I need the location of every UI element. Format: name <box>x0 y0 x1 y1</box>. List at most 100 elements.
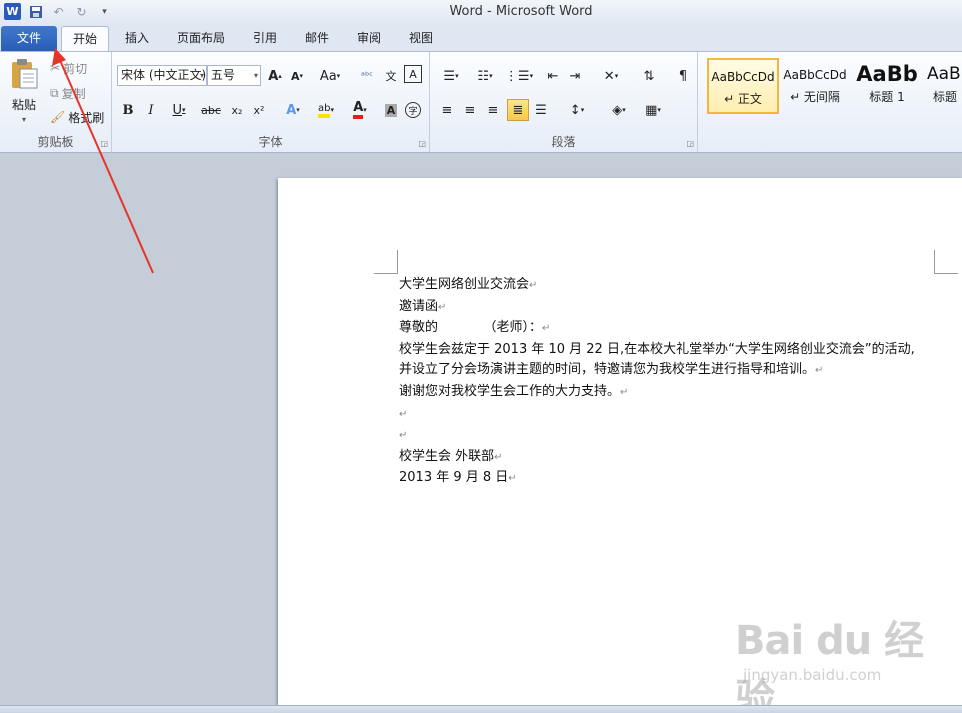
baidu-jingyan-watermark: Bai du 经验 jingyan.baidu.com <box>735 608 925 713</box>
paragraph-group: ☰ ▾ ☷ ▾ ⋮☰ ▾ ⇤ ⇥ ✕ ▾ ⇅ ¶ ≡ ≡ ≡ ≣ ☰ ↕ ▾ ◈ ▾ ▦ ▾ … <box>430 52 698 152</box>
increase-indent-icon[interactable]: ⇥ <box>564 65 586 87</box>
align-left-icon[interactable]: ≡ <box>436 99 458 121</box>
copy-label: 复制 <box>61 86 86 101</box>
style-title[interactable]: AaBb 标题 <box>923 58 962 114</box>
tab-view[interactable]: 视图 <box>400 26 442 51</box>
tab-mailings[interactable]: 邮件 <box>296 26 338 51</box>
asian-layout-icon[interactable]: ✕ ▾ <box>596 65 626 87</box>
change-case-icon[interactable]: Aa ▾ <box>316 65 344 87</box>
align-right-icon[interactable]: ≡ <box>482 99 504 121</box>
numbering-icon[interactable]: ☷ ▾ <box>470 65 500 87</box>
font-color-icon[interactable]: A ▾ <box>344 99 376 121</box>
doc-line: 并设立了分会场演讲主题的时间，特邀请您为我校学生进行指导和培训。↵ <box>399 362 824 378</box>
title-bar: W ↶ ↻ ▾ Word - Microsoft Word <box>0 0 962 25</box>
style-no-spacing[interactable]: AaBbCcDd ↵ 无间隔 <box>779 58 851 114</box>
text-effects-icon[interactable]: A ▾ <box>278 99 308 121</box>
paragraph-group-label: 段落 <box>551 135 576 149</box>
tab-page-layout[interactable]: 页面布局 <box>168 26 234 51</box>
styles-gallery: AaBbCcDd ↵ 正文 AaBbCcDd ↵ 无间隔 AaBb 标题 1 A… <box>705 58 962 122</box>
copy-icon: ⧉ <box>50 85 59 100</box>
character-border-icon[interactable]: A <box>404 65 422 83</box>
tab-home[interactable]: 开始 <box>61 26 109 51</box>
style-normal[interactable]: AaBbCcDd ↵ 正文 <box>707 58 779 114</box>
tab-file[interactable]: 文件 <box>1 26 57 51</box>
subscript-icon[interactable]: x₂ <box>226 99 248 121</box>
style-sample: AaBb <box>856 62 918 86</box>
doc-line: 邀请函↵ <box>399 298 447 314</box>
font-group: 宋体 (中文正文) ▾ 五号 ▾ A ▴ A ▾ Aa ▾ ᵃᵇᶜ 文 A B I U… <box>112 52 430 152</box>
strikethrough-icon[interactable]: abc <box>198 99 224 121</box>
paintbrush-icon: 🖌 <box>50 110 66 124</box>
paste-icon <box>12 59 38 89</box>
bullets-icon[interactable]: ☰ ▾ <box>436 65 466 87</box>
style-sample: AaBbCcDd <box>711 70 775 84</box>
cut-label: 剪切 <box>63 61 88 76</box>
font-group-label: 字体 <box>258 135 283 149</box>
doc-line: 尊敬的 （老师）：↵ <box>399 320 551 336</box>
font-size-value: 五号 <box>211 68 236 82</box>
style-heading-1[interactable]: AaBb 标题 1 <box>851 58 923 114</box>
watermark-url: jingyan.baidu.com <box>743 666 882 684</box>
margin-corner-mark <box>934 250 958 274</box>
enclose-characters-icon[interactable]: 字 <box>402 99 424 121</box>
font-name-combo[interactable]: 宋体 (中文正文) ▾ <box>117 65 207 86</box>
chevron-down-icon: ▾ <box>199 71 204 80</box>
shading-icon[interactable]: ◈ ▾ <box>604 99 634 121</box>
line-spacing-icon[interactable]: ↕ ▾ <box>562 99 592 121</box>
font-size-combo[interactable]: 五号 ▾ <box>207 65 261 86</box>
doc-line: 大学生网络创业交流会↵ <box>399 277 538 292</box>
doc-line: ↵ <box>399 430 408 442</box>
doc-line: 谢谢您对我校学生会工作的大力支持。↵ <box>399 383 629 399</box>
phonetic-guide-icon[interactable]: 文 <box>380 65 402 87</box>
show-paragraph-marks-icon[interactable]: ¶ <box>672 65 694 87</box>
doc-line: ↵ <box>399 408 408 420</box>
justify-icon[interactable]: ≣ <box>507 99 529 121</box>
borders-icon[interactable]: ▦ ▾ <box>638 99 668 121</box>
character-shading-icon[interactable]: A <box>380 99 402 121</box>
underline-icon[interactable]: U ▾ <box>164 99 194 121</box>
grow-font-icon[interactable]: A ▴ <box>264 65 286 87</box>
clipboard-group-label: 剪贴板 <box>37 135 74 149</box>
clipboard-group: 粘贴 ▾ ✂ 剪切 ⧉ 复制 🖌 格式刷 剪贴板 ◲ <box>0 52 112 152</box>
sort-icon[interactable]: ⇅ <box>638 65 660 87</box>
tab-review[interactable]: 审阅 <box>348 26 390 51</box>
multilevel-list-icon[interactable]: ⋮☰ ▾ <box>504 65 534 87</box>
style-sample: AaBbCcDd <box>783 68 847 82</box>
paste-button[interactable]: 粘贴 ▾ <box>6 56 42 126</box>
bold-icon[interactable]: B <box>117 99 139 121</box>
watermark-logo: Bai du 经验 <box>735 618 924 713</box>
paste-label: 粘贴 <box>11 98 36 112</box>
ribbon: 粘贴 ▾ ✂ 剪切 ⧉ 复制 🖌 格式刷 剪贴板 ◲ 宋体 (中文正文) ▾ 五… <box>0 51 962 153</box>
dialog-launcher-icon[interactable]: ◲ <box>100 139 108 148</box>
document-body[interactable]: 大学生网络创业交流会↵ 邀请函↵ 尊敬的 （老师）：↵ 校学生会兹定于 2013… <box>399 275 959 490</box>
margin-corner-mark <box>374 250 398 274</box>
align-center-icon[interactable]: ≡ <box>459 99 481 121</box>
scissors-icon: ✂ <box>50 61 61 75</box>
window-title: Word - Microsoft Word <box>449 4 593 19</box>
decrease-indent-icon[interactable]: ⇤ <box>542 65 564 87</box>
clear-format-icon[interactable]: ᵃᵇᶜ <box>356 65 378 87</box>
tab-references[interactable]: 引用 <box>244 26 286 51</box>
dialog-launcher-icon[interactable]: ◲ <box>418 139 426 148</box>
style-name: 标题 1 <box>869 90 905 104</box>
dialog-launcher-icon[interactable]: ◲ <box>686 139 694 148</box>
superscript-icon[interactable]: x² <box>248 99 270 121</box>
doc-line: 校学生会兹定于 2013 年 10 月 22 日,在本校大礼堂举办“大学生网络创… <box>399 341 915 357</box>
doc-line: 校学生会 外联部↵ <box>399 448 503 464</box>
cut-button[interactable]: ✂ 剪切 <box>50 57 87 79</box>
italic-icon[interactable]: I <box>140 99 162 121</box>
style-sample: AaBb <box>927 64 962 84</box>
font-name-value: 宋体 (中文正文) <box>121 68 207 82</box>
chevron-down-icon: ▾ <box>21 115 26 124</box>
style-name: ↵ 无间隔 <box>790 90 840 104</box>
doc-line: 2013 年 9 月 8 日↵ <box>399 470 517 486</box>
status-bar <box>0 705 962 713</box>
shrink-font-icon[interactable]: A ▾ <box>286 65 308 87</box>
tab-insert[interactable]: 插入 <box>116 26 158 51</box>
style-name: 标题 <box>933 90 958 104</box>
copy-button[interactable]: ⧉ 复制 <box>50 82 86 104</box>
ribbon-tabs: 文件 开始 插入 页面布局 引用 邮件 审阅 视图 <box>0 25 962 51</box>
format-painter-button[interactable]: 🖌 格式刷 <box>50 106 104 128</box>
distributed-icon[interactable]: ☰ <box>530 99 552 121</box>
highlight-icon[interactable]: ab ▾ <box>310 99 342 121</box>
